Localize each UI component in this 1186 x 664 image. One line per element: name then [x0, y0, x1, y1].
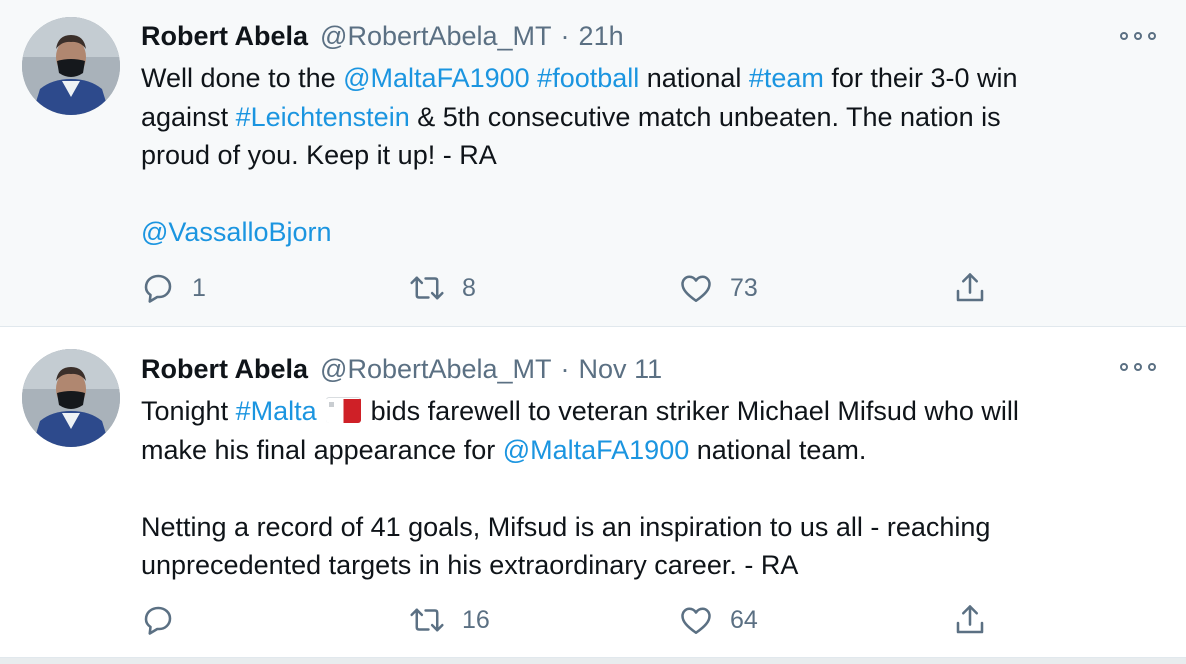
text-segment: & 5th consecutive match unbeaten. The na… — [409, 101, 1001, 132]
mention-link[interactable]: @MaltaFA1900 — [343, 63, 530, 93]
timestamp[interactable]: Nov 11 — [579, 354, 663, 385]
text-segment: bids farewell to veteran striker Michael… — [363, 396, 1019, 426]
avatar-photo — [22, 349, 120, 447]
like-icon — [681, 275, 711, 303]
text-segment: for their 3-0 win — [823, 63, 1018, 93]
retweet-button[interactable]: 8 — [408, 268, 476, 308]
reply-button[interactable] — [140, 600, 192, 640]
separator-dot: · — [560, 353, 570, 384]
hashtag-link[interactable]: #football — [537, 63, 639, 93]
hashtag-link[interactable]: #Leichtenstein — [236, 102, 410, 132]
tweet-line: make his final appearance for @MaltaFA19… — [141, 431, 1161, 470]
reply-icon — [144, 274, 172, 303]
hashtag-link[interactable]: #Malta — [236, 396, 317, 426]
tweet-line: @VassalloBjorn — [141, 213, 1161, 252]
share-button[interactable] — [952, 268, 988, 308]
tweet-line: unprecedented targets in his extraordina… — [141, 550, 799, 580]
author-name[interactable]: Robert Abela — [141, 21, 308, 52]
reply-button[interactable]: 1 — [140, 268, 206, 308]
tweet-header: Robert Abela @RobertAbela_MT · Nov 11 — [141, 351, 662, 387]
text-segment: make his final appearance for — [141, 434, 503, 465]
mention-link[interactable]: @MaltaFA1900 — [503, 435, 690, 465]
share-button[interactable] — [952, 600, 988, 640]
tweet-line: Netting a record of 41 goals, Mifsud is … — [141, 511, 991, 542]
more-icon[interactable] — [1120, 360, 1156, 374]
like-icon — [681, 607, 711, 635]
retweet-button[interactable]: 16 — [408, 600, 490, 640]
malta-flag-icon — [326, 397, 362, 423]
separator-dot: · — [560, 20, 570, 51]
divider — [0, 658, 1186, 664]
like-button[interactable]: 64 — [678, 600, 758, 640]
share-icon — [956, 605, 984, 634]
tweet-actions: 16 64 — [0, 600, 1186, 640]
retweet-icon — [410, 276, 444, 300]
tweet-line: Well done to the @MaltaFA1900 #football … — [141, 59, 1161, 98]
retweet-count: 8 — [462, 273, 476, 302]
mention-link[interactable]: @VassalloBjorn — [141, 217, 332, 247]
like-button[interactable]: 73 — [678, 268, 758, 308]
text-segment: Well done to the — [141, 63, 344, 93]
author-name[interactable]: Robert Abela — [141, 354, 308, 385]
tweet-line: proud of you. Keep it up! - RA — [141, 140, 497, 170]
tweet-actions: 1 8 73 — [0, 268, 1186, 308]
author-handle[interactable]: @RobertAbela_MT — [320, 21, 552, 52]
retweet-icon — [410, 608, 444, 632]
avatar-photo — [22, 17, 120, 115]
avatar[interactable] — [22, 17, 120, 115]
more-icon[interactable] — [1120, 29, 1156, 43]
tweet-line: Tonight #Malta bids farewell to veteran … — [141, 392, 1161, 431]
tweet-line: against #Leichtenstein & 5th consecutive… — [141, 98, 1161, 137]
like-count: 73 — [730, 273, 758, 302]
like-count: 64 — [730, 605, 758, 634]
retweet-count: 16 — [462, 605, 490, 634]
text-segment: national — [639, 63, 749, 93]
reply-icon — [144, 606, 172, 635]
author-handle[interactable]: @RobertAbela_MT — [320, 354, 552, 385]
tweet[interactable]: Robert Abela @RobertAbela_MT · 21h Well … — [0, 0, 1186, 327]
tweet-header: Robert Abela @RobertAbela_MT · 21h — [141, 18, 624, 54]
tweet[interactable]: Robert Abela @RobertAbela_MT · Nov 11 To… — [0, 327, 1186, 658]
tweet-text: Tonight #Malta bids farewell to veteran … — [141, 392, 1161, 585]
tweet-text: Well done to the @MaltaFA1900 #football … — [141, 59, 1161, 252]
timestamp[interactable]: 21h — [579, 21, 624, 52]
avatar[interactable] — [22, 349, 120, 447]
reply-count: 1 — [192, 273, 206, 302]
share-icon — [956, 273, 984, 302]
hashtag-link[interactable]: #team — [749, 63, 824, 93]
text-segment: national team. — [689, 434, 867, 465]
text-segment: against — [141, 101, 236, 132]
text-segment: Tonight — [141, 396, 236, 426]
